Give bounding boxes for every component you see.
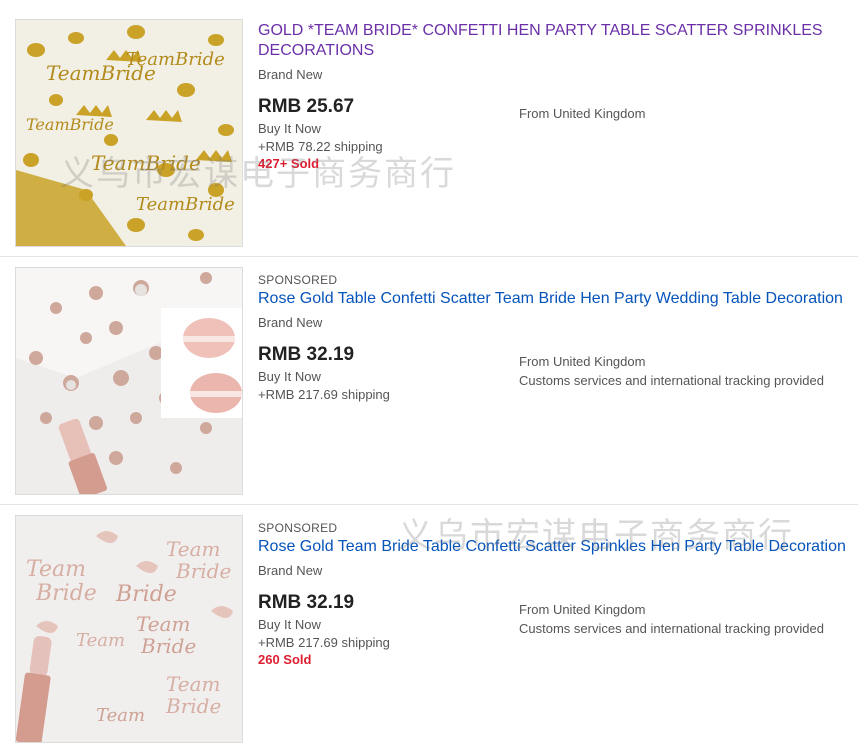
item-origin: From United Kingdom [519,106,646,121]
product-image-rose-gold-confetti[interactable] [15,267,243,495]
item-origin: From United Kingdom [519,602,646,617]
svg-text:Bride: Bride [165,694,221,718]
item-condition: Brand New [258,563,323,578]
item-extra-info: Customs services and international track… [519,373,824,388]
svg-text:Team: Team [136,612,191,636]
svg-text:Bride: Bride [35,581,97,606]
product-image-rose-gold-team-bride[interactable]: Team Bride Bride Team Bride Team Bride T… [15,515,243,743]
svg-text:Bride: Bride [140,634,196,658]
listing-item: SPONSORED Rose Gold Table Confetti Scatt… [0,256,858,505]
listing-info: SPONSORED Rose Gold Team Bride Table Con… [258,521,850,667]
listing-title-link[interactable]: Rose Gold Table Confetti Scatter Team Br… [258,289,850,309]
sponsored-label: SPONSORED [258,521,338,535]
svg-text:Team: Team [96,705,145,726]
item-condition: Brand New [258,315,323,330]
svg-text:Bride: Bride [115,582,177,607]
svg-text:TeamBride: TeamBride [91,151,201,175]
listing-info: GOLD *TEAM BRIDE* CONFETTI HEN PARTY TAB… [258,21,850,171]
item-extra-info: Customs services and international track… [519,621,824,636]
svg-text:TeamBride: TeamBride [126,49,225,70]
svg-text:TeamBride: TeamBride [136,194,235,215]
sponsored-label: SPONSORED [258,273,338,287]
listing-item: TeamBride TeamBride TeamBride TeamBride … [0,8,858,257]
svg-text:Bride: Bride [175,559,231,583]
svg-text:Team: Team [166,672,221,696]
listing-item: Team Bride Bride Team Bride Team Bride T… [0,504,858,752]
svg-text:Team: Team [166,537,221,561]
svg-text:Team: Team [76,630,125,651]
svg-text:Team: Team [26,557,86,582]
svg-text:TeamBride: TeamBride [26,115,114,134]
sold-count: 260 Sold [258,652,312,667]
listing-title-link[interactable]: GOLD *TEAM BRIDE* CONFETTI HEN PARTY TAB… [258,21,850,61]
shipping-cost: +RMB 78.22 shipping [258,139,383,154]
item-origin: From United Kingdom [519,354,646,369]
product-image-gold-confetti[interactable]: TeamBride TeamBride TeamBride TeamBride … [15,19,243,247]
listing-title-link[interactable]: Rose Gold Team Bride Table Confetti Scat… [258,537,850,557]
sold-count: 427+ Sold [258,156,320,171]
item-condition: Brand New [258,67,323,82]
